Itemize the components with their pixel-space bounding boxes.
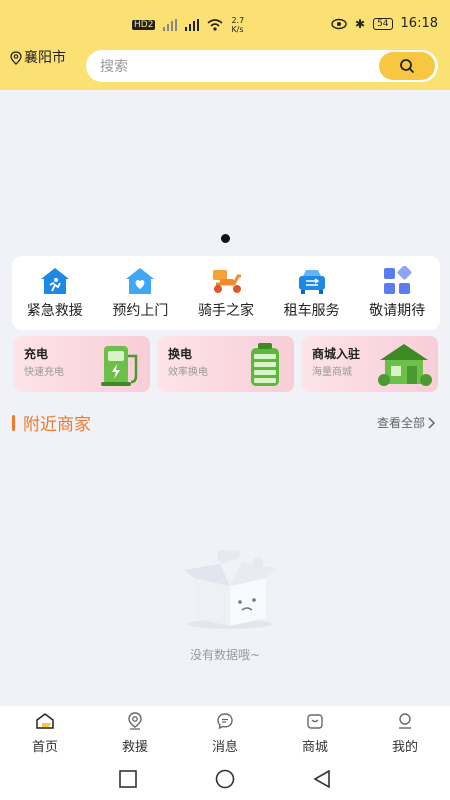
home-icon: [35, 712, 55, 730]
section-title: 附近商家: [23, 415, 91, 435]
service-grid: 紧急救援 预约上门 骑手之家 租车服务 敬请期待: [12, 256, 440, 330]
tab-label: 我的: [391, 740, 418, 755]
service-label: 敬请期待: [369, 303, 426, 319]
promo-title: 充电: [24, 347, 49, 361]
location-icon: [126, 712, 144, 730]
service-label: 骑手之家: [197, 303, 254, 319]
promo-battery-swap[interactable]: 换电 效率换电: [158, 336, 294, 392]
tab-label: 消息: [211, 740, 238, 755]
tab-profile[interactable]: 我的: [360, 706, 450, 755]
promo-subtitle: 海量商城: [312, 367, 352, 378]
bluetooth-icon: ✱: [355, 16, 366, 31]
search-button[interactable]: [379, 52, 435, 80]
rescue-icon: [39, 266, 71, 296]
battery-icon: 54: [373, 17, 393, 30]
promo-title: 商城入驻: [312, 347, 361, 361]
service-label: 租车服务: [283, 303, 340, 319]
city-selector[interactable]: 襄阳市: [10, 50, 70, 66]
promo-subtitle: 快速充电: [24, 367, 64, 378]
apps-icon: [381, 266, 413, 296]
bag-icon: [306, 712, 324, 730]
promo-title: 换电: [168, 347, 193, 361]
home-heart-icon: [124, 266, 156, 296]
tab-home[interactable]: 首页: [0, 706, 90, 755]
status-left: HD2 2.7 K/s: [132, 16, 244, 34]
tab-label: 商城: [301, 740, 328, 755]
promo-subtitle: 效率换电: [168, 367, 208, 378]
empty-state-text: 没有数据哦~: [189, 648, 261, 662]
search-icon: [400, 59, 415, 74]
status-bar: HD2 2.7 K/s ✱ 54 16:18: [0, 0, 450, 50]
network-speed: 2.7 K/s: [231, 16, 245, 34]
tab-rescue[interactable]: 救援: [90, 706, 180, 755]
service-rider-home[interactable]: 骑手之家: [184, 266, 268, 320]
location-pin-icon: [10, 51, 22, 65]
system-nav-bar: [0, 758, 450, 800]
tab-label: 救援: [121, 740, 148, 755]
service-label: 预约上门: [112, 303, 169, 319]
view-all-label: 查看全部: [376, 416, 425, 430]
promo-mall-join[interactable]: 商城入驻 海量商城: [302, 336, 438, 392]
promo-charging[interactable]: 充电 快速充电: [14, 336, 150, 392]
car-rental-icon: [296, 266, 328, 296]
shop-house-icon: [378, 344, 432, 386]
service-label: 紧急救援: [26, 303, 83, 319]
hd-badge: HD2: [132, 20, 156, 30]
banner-carousel[interactable]: [0, 90, 450, 250]
chevron-right-icon: [428, 416, 436, 429]
section-accent-bar: [12, 414, 15, 431]
back-icon[interactable]: [313, 770, 331, 788]
signal-icon: [185, 19, 200, 31]
wifi-icon: [207, 19, 223, 31]
scooter-icon: [210, 266, 242, 296]
service-car-rental[interactable]: 租车服务: [270, 266, 354, 320]
empty-box-icon: [184, 550, 276, 629]
service-coming-soon[interactable]: 敬请期待: [355, 266, 439, 320]
tab-messages[interactable]: 消息: [180, 706, 270, 755]
tab-mall[interactable]: 商城: [270, 706, 360, 755]
charging-pile-icon: [101, 346, 138, 386]
search-bar[interactable]: 搜索: [86, 50, 438, 82]
service-emergency-rescue[interactable]: 紧急救援: [13, 266, 97, 320]
bottom-tab-bar: 首页 救援 消息 商城 我的: [0, 706, 450, 758]
signal-icon: [163, 19, 178, 31]
nearby-section-header: 附近商家: [12, 410, 91, 435]
recent-apps-icon[interactable]: [119, 770, 137, 788]
profile-icon: [396, 712, 414, 730]
header: 襄阳市 搜索: [0, 46, 450, 90]
eye-icon: [331, 18, 347, 29]
carousel-indicator: [221, 234, 230, 243]
service-appointment[interactable]: 预约上门: [98, 266, 182, 320]
status-right: ✱ 54 16:18: [331, 16, 438, 31]
view-all-link[interactable]: 查看全部: [377, 414, 436, 431]
message-icon: [216, 712, 234, 730]
clock: 16:18: [400, 16, 438, 31]
home-circle-icon[interactable]: [215, 769, 235, 789]
search-input[interactable]: 搜索: [100, 56, 379, 76]
battery-icon: [251, 343, 279, 386]
city-label: 襄阳市: [24, 50, 66, 66]
tab-label: 首页: [31, 740, 58, 755]
promo-cards: 充电 快速充电 换电 效率换电 商城入驻 海量商城: [14, 336, 438, 392]
